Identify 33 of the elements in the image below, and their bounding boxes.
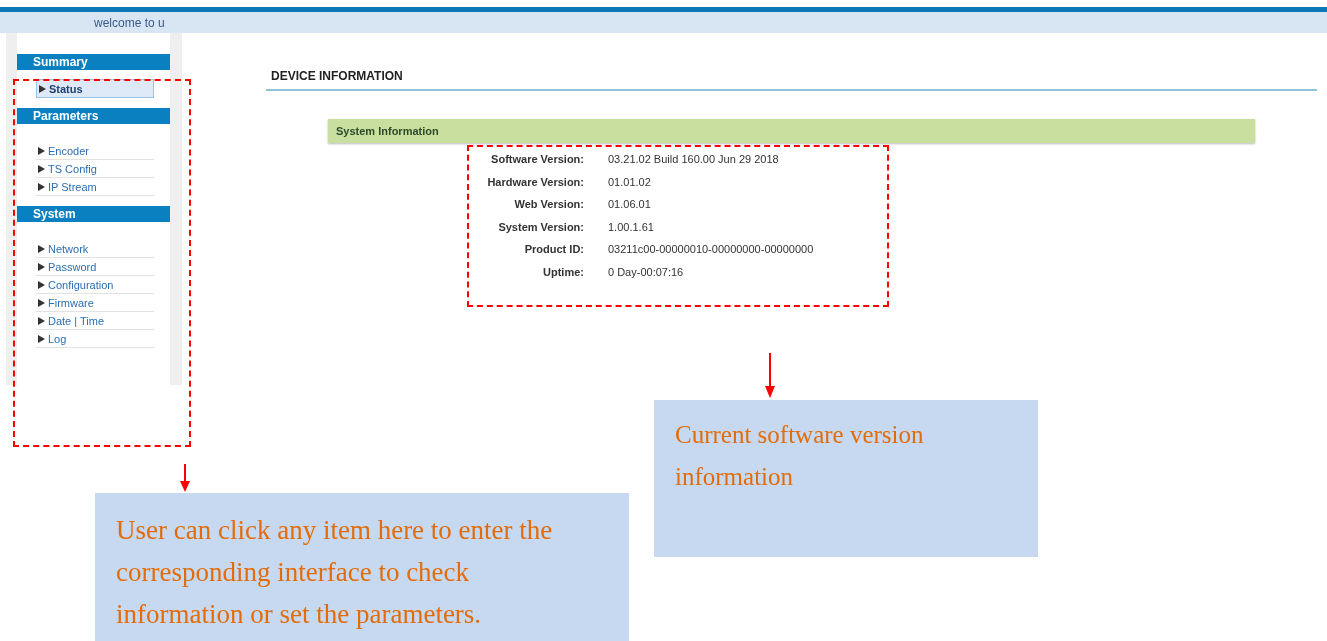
menu-item[interactable]: Firmware <box>36 294 154 312</box>
field-value: 01.06.01 <box>608 197 652 213</box>
field-value: 1.00.1.61 <box>608 219 655 235</box>
field-label: Software Version: <box>490 152 584 167</box>
field-value: 0 Day-00:07:16 <box>608 264 685 280</box>
menu-item[interactable]: Network <box>36 240 154 258</box>
section-header: System <box>17 206 170 222</box>
field-value: 03.21.02 Build 160.00 Jun 29 2018 <box>608 152 780 167</box>
menu-item[interactable]: Password <box>36 258 154 276</box>
section-header: Parameters <box>17 108 170 124</box>
field-label: System Version: <box>497 219 584 235</box>
arrow-icon <box>764 353 776 398</box>
field-label: Hardware Version: <box>486 174 584 190</box>
menu-item[interactable]: Configuration <box>36 276 154 294</box>
section-header: Summary <box>17 54 170 70</box>
field-label: Product ID: <box>523 242 584 258</box>
arrow-icon <box>179 464 191 492</box>
menu-item[interactable]: Log <box>36 330 154 348</box>
field-label: Uptime: <box>542 264 584 280</box>
menu-item[interactable]: IP Stream <box>36 178 154 196</box>
page-title: DEVICE INFORMATION <box>270 69 404 85</box>
menu-item[interactable]: Encoder <box>36 142 154 160</box>
panel-header: System Information <box>328 119 1255 143</box>
field-label: Web Version: <box>513 197 584 213</box>
menu-item[interactable]: Date | Time <box>36 312 154 330</box>
welcome-text: welcome to u <box>94 15 165 30</box>
menu-item[interactable]: TS Config <box>36 160 154 178</box>
callout-note: Current software version information <box>654 400 1038 557</box>
field-value: 03211c00-00000010-00000000-00000000 <box>608 242 815 258</box>
callout-note: User can click any item here to enter the corresponding interface to check information or set the parameters. <box>95 493 629 641</box>
menu-item[interactable]: Status <box>36 79 154 98</box>
field-value: 01.01.02 <box>608 174 652 190</box>
triangle-icon <box>39 84 46 93</box>
